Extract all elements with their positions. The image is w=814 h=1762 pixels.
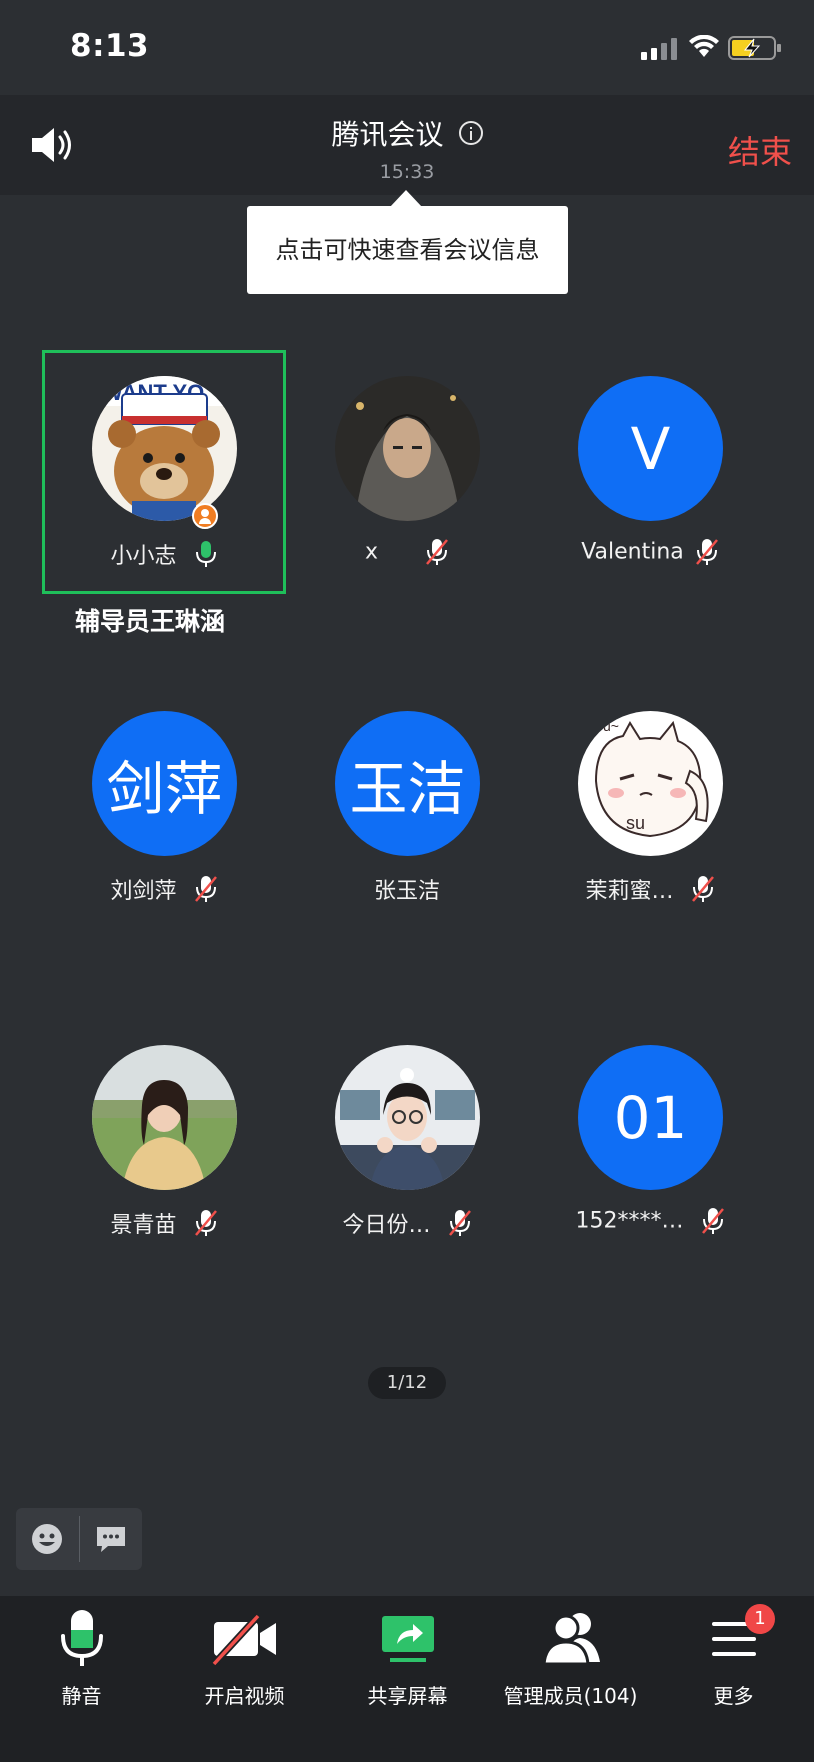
participant-name: 小小志: [110, 544, 177, 569]
manage-members-label: 管理成员(104): [503, 1684, 638, 1708]
info-icon: [458, 121, 483, 145]
manage-members-button[interactable]: 管理成员(104): [489, 1606, 652, 1716]
participant-name: 张玉洁: [373, 879, 440, 904]
avatar: [335, 1045, 480, 1190]
notification-badge: 1: [745, 1604, 775, 1634]
avatar: 01: [578, 1045, 723, 1190]
participant-name: x: [364, 539, 379, 565]
mic-active-icon: [195, 541, 216, 567]
participant-tile[interactable]: 玉洁 张玉洁: [285, 685, 529, 929]
active-speaker-name: 辅导员王琳涵: [75, 607, 226, 636]
share-screen-button[interactable]: 共享屏幕: [326, 1606, 489, 1716]
svg-text:u~: u~: [603, 718, 619, 734]
participant-name: 茉莉蜜…: [585, 879, 674, 904]
avatar: [335, 376, 480, 521]
mic-muted-icon: [194, 876, 217, 902]
chat-icon[interactable]: [94, 1522, 128, 1556]
mic-muted-icon: [448, 1210, 471, 1236]
divider: [79, 1516, 80, 1562]
mic-muted-icon: [194, 1210, 217, 1236]
participant-tile[interactable]: 今日份…: [285, 1019, 529, 1263]
mute-label: 静音: [61, 1684, 102, 1708]
participant-tile[interactable]: 剑萍 刘剑萍: [42, 685, 286, 929]
participant-tile[interactable]: V Valentina: [528, 350, 772, 594]
participant-name: 152****…: [575, 1208, 684, 1234]
more-label: 更多: [713, 1684, 754, 1708]
participant-tile[interactable]: 01 152****…: [528, 1019, 772, 1263]
mic-muted-icon: [691, 876, 714, 902]
avatar: 剑萍: [92, 711, 237, 856]
status-time: 8:13: [70, 28, 150, 64]
participant-tile[interactable]: su u~ 茉莉蜜…: [528, 685, 772, 929]
participant-name-row: 茉莉蜜…: [528, 873, 772, 905]
avatar: WANT YO: [92, 376, 237, 521]
meeting-info-button[interactable]: 腾讯会议: [0, 113, 814, 153]
avatar: su u~: [578, 711, 723, 856]
meeting-elapsed-time: 15:33: [379, 161, 435, 183]
mute-button[interactable]: 静音: [0, 1606, 163, 1716]
meeting-info-tooltip[interactable]: 点击可快速查看会议信息: [247, 206, 568, 294]
tooltip-arrow: [390, 190, 422, 207]
participant-name: 景青苗: [110, 1213, 177, 1238]
more-button[interactable]: 1 更多: [652, 1604, 814, 1716]
participant-name-row: 小小志: [45, 538, 283, 570]
avatar: 玉洁: [335, 711, 480, 856]
battery-icon: [728, 36, 781, 60]
participant-tile[interactable]: 景青苗: [42, 1019, 286, 1263]
share-screen-icon: [381, 1616, 434, 1662]
participant-name-row: 刘剑萍: [42, 873, 286, 905]
mic-muted-icon: [695, 539, 718, 565]
quick-actions-bar: [16, 1508, 142, 1570]
teddy-bear-avatar-image: WANT YO: [92, 376, 237, 521]
mic-muted-icon: [426, 539, 448, 565]
start-video-label: 开启视频: [204, 1684, 285, 1708]
bottom-toolbar: 静音 开启视频 共享屏幕 管理成员(104) 1 更多: [0, 1596, 814, 1762]
avatar: [92, 1045, 237, 1190]
participant-name-row: 景青苗: [42, 1207, 286, 1239]
participant-name-row: 张玉洁: [285, 873, 529, 905]
start-video-button[interactable]: 开启视频: [163, 1606, 326, 1716]
participant-name-row: Valentina: [528, 538, 772, 566]
members-icon: [541, 1613, 600, 1666]
participant-name: Valentina: [581, 539, 684, 565]
host-badge-icon: [192, 503, 218, 529]
participant-tile[interactable]: x: [285, 350, 529, 594]
girl-photo-avatar-image: [335, 1045, 480, 1190]
mic-muted-icon: [701, 1208, 724, 1234]
cartoon-cat-avatar-image: su u~: [578, 711, 723, 856]
meeting-header: 腾讯会议 15:33 结束: [0, 95, 814, 195]
avatar: V: [578, 376, 723, 521]
video-off-icon: [210, 1613, 276, 1667]
participant-name-row: x: [285, 538, 529, 566]
wifi-icon: [689, 35, 719, 57]
microphone-icon: [60, 1610, 103, 1666]
participant-name-row: 152****…: [528, 1207, 772, 1235]
participant-name-row: 今日份…: [285, 1207, 529, 1239]
participant-tile[interactable]: WANT YO 小小志: [42, 350, 286, 594]
person-photo-avatar-image: [335, 376, 480, 521]
page-indicator[interactable]: 1/12: [368, 1367, 446, 1399]
woman-photo-avatar-image: [92, 1045, 237, 1190]
status-bar: 8:13: [0, 0, 814, 95]
cellular-signal-icon: [641, 38, 677, 60]
participant-name: 今日份…: [342, 1213, 431, 1238]
end-meeting-button[interactable]: 结束: [728, 127, 792, 173]
share-screen-label: 共享屏幕: [367, 1684, 448, 1708]
svg-text:su: su: [626, 813, 645, 833]
meeting-title: 腾讯会议: [331, 118, 444, 151]
emoji-icon[interactable]: [30, 1522, 64, 1556]
participant-name: 刘剑萍: [110, 879, 177, 904]
